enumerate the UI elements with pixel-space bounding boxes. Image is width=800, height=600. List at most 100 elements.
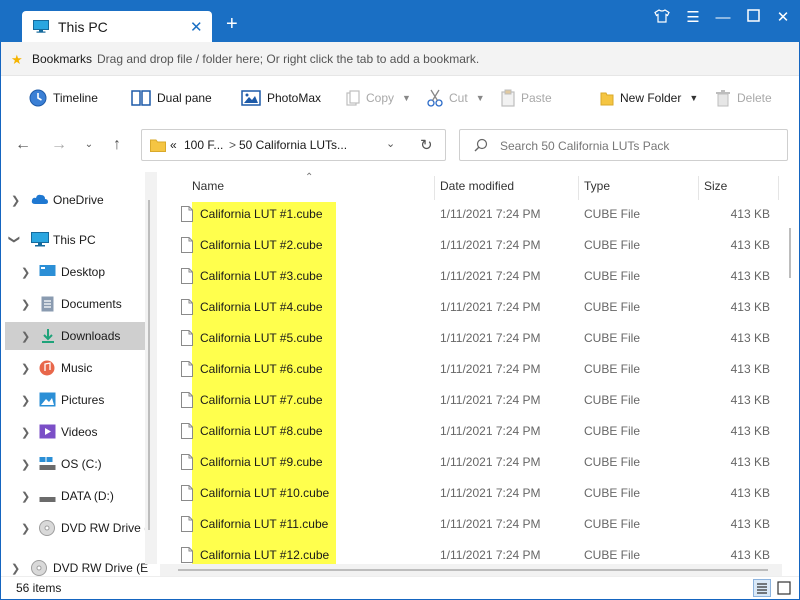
file-row[interactable]: California LUT #6.cube 1/11/2021 7:24 PM C… [160, 354, 780, 385]
chevron-right-icon[interactable]: ❯ [21, 426, 30, 439]
chevron-down-icon[interactable]: ❯ [8, 235, 21, 244]
file-row[interactable]: California LUT #3.cube 1/11/2021 7:24 PM C… [160, 261, 780, 292]
sidebar-item-data-d[interactable]: ❯ DATA (D:) [1, 482, 151, 510]
chevron-right-icon[interactable]: ❯ [21, 330, 30, 343]
recent-chevron-icon[interactable]: ⌄ [79, 135, 99, 155]
sidebar-item-documents[interactable]: ❯ Documents [1, 290, 151, 318]
chevron-right-icon[interactable]: ❯ [21, 490, 30, 503]
image-icon [241, 90, 261, 106]
file-name[interactable]: California LUT #8.cube [200, 424, 323, 438]
file-row[interactable]: California LUT #8.cube 1/11/2021 7:24 PM C… [160, 416, 780, 447]
file-row[interactable]: California LUT #12.cube 1/11/2021 7:24 PM… [160, 540, 780, 564]
chevron-right-icon[interactable]: ❯ [21, 298, 30, 311]
chevron-down-icon[interactable]: ▼ [402, 93, 411, 103]
file-name[interactable]: California LUT #7.cube [200, 393, 323, 407]
file-name[interactable]: California LUT #12.cube [200, 548, 329, 562]
file-name[interactable]: California LUT #9.cube [200, 455, 323, 469]
new-tab-button[interactable]: + [226, 14, 238, 34]
address-segment-current[interactable]: 50 California LUTs... [239, 138, 347, 152]
column-header-type[interactable]: Type [584, 176, 610, 200]
sidebar-item-music[interactable]: ❯ Music [1, 354, 151, 382]
skin-icon[interactable] [650, 9, 674, 27]
timeline-button[interactable]: Timeline [29, 87, 98, 109]
file-row[interactable]: California LUT #4.cube 1/11/2021 7:24 PM C… [160, 292, 780, 323]
chevron-down-icon[interactable]: ▼ [689, 93, 698, 103]
photomax-button[interactable]: PhotoMax [241, 87, 321, 109]
file-name[interactable]: California LUT #1.cube [200, 207, 323, 221]
column-divider[interactable] [778, 176, 779, 200]
chevron-right-icon[interactable]: ❯ [21, 522, 30, 535]
sidebar-item-downloads[interactable]: ❯ Downloads [5, 322, 145, 350]
dual-pane-button[interactable]: Dual pane [131, 87, 212, 109]
column-header-name[interactable]: Name [192, 176, 224, 200]
horizontal-scrollbar-thumb[interactable] [178, 569, 768, 571]
file-name[interactable]: California LUT #3.cube [200, 269, 323, 283]
chevron-right-icon[interactable]: ❯ [21, 362, 30, 375]
address-overflow[interactable]: « [170, 138, 177, 152]
file-name[interactable]: California LUT #6.cube [200, 362, 323, 376]
sidebar-item-videos[interactable]: ❯ Videos [1, 418, 151, 446]
search-box[interactable]: Search 50 California LUTs Pack [459, 129, 788, 161]
file-name[interactable]: California LUT #4.cube [200, 300, 323, 314]
address-segment-parent[interactable]: 100 F... [184, 138, 223, 152]
sidebar-item-this-pc[interactable]: ❯ This PC [1, 226, 151, 254]
sidebar-item-os-c[interactable]: ❯ OS (C:) [1, 450, 151, 478]
search-input[interactable]: Search 50 California LUTs Pack [500, 139, 669, 153]
file-name[interactable]: California LUT #11.cube [200, 517, 328, 531]
file-row[interactable]: California LUT #2.cube 1/11/2021 7:24 PM C… [160, 230, 780, 261]
minimize-button[interactable]: — [711, 9, 735, 27]
file-row[interactable]: California LUT #5.cube 1/11/2021 7:24 PM C… [160, 323, 780, 354]
file-row[interactable]: California LUT #10.cube 1/11/2021 7:24 PM… [160, 478, 780, 509]
column-divider[interactable] [578, 176, 579, 200]
chevron-right-icon[interactable]: ❯ [11, 562, 20, 575]
file-row[interactable]: California LUT #7.cube 1/11/2021 7:24 PM C… [160, 385, 780, 416]
pictures-icon [39, 392, 56, 407]
sidebar-item-dvd-rw-1[interactable]: ❯ DVD RW Drive ( [1, 514, 151, 542]
chevron-right-icon[interactable]: ❯ [21, 458, 30, 471]
column-divider[interactable] [698, 176, 699, 200]
sidebar-item-pictures[interactable]: ❯ Pictures [1, 386, 151, 414]
close-tab-icon[interactable]: ✕ [190, 18, 203, 36]
column-divider[interactable] [434, 176, 435, 200]
column-header-size[interactable]: Size [704, 176, 727, 200]
details-view-button[interactable] [753, 579, 771, 597]
bookmarks-label[interactable]: Bookmarks [32, 52, 92, 66]
delete-button[interactable]: Delete [715, 87, 772, 109]
sidebar-scrollbar-thumb[interactable] [148, 200, 150, 530]
up-arrow-icon[interactable]: ↑ [107, 135, 127, 155]
sidebar-item-desktop[interactable]: ❯ Desktop [1, 258, 151, 286]
back-arrow-icon[interactable]: ← [13, 135, 33, 155]
file-row[interactable]: California LUT #9.cube 1/11/2021 7:24 PM C… [160, 447, 780, 478]
sidebar-item-dvd-rw-2[interactable]: ❯ DVD RW Drive (E [1, 554, 151, 576]
tab-this-pc[interactable]: This PC ✕ [22, 11, 212, 42]
chevron-right-icon[interactable]: ❯ [21, 266, 30, 279]
chevron-right-icon[interactable]: ❯ [21, 394, 30, 407]
file-name[interactable]: California LUT #5.cube [200, 331, 323, 345]
chevron-down-icon[interactable]: ⌄ [386, 137, 395, 150]
column-header-date[interactable]: Date modified [440, 176, 514, 200]
close-window-button[interactable]: ✕ [771, 9, 795, 27]
address-separator[interactable]: > [229, 138, 236, 152]
sidebar-scrollbar[interactable] [145, 172, 157, 564]
paste-button[interactable]: Paste [501, 87, 552, 109]
file-name[interactable]: California LUT #2.cube [200, 238, 323, 252]
chevron-right-icon[interactable]: ❯ [11, 194, 20, 207]
maximize-button[interactable] [741, 9, 765, 27]
thumbnail-view-button[interactable] [775, 579, 793, 597]
file-size: 413 KB [730, 486, 770, 500]
forward-arrow-icon[interactable]: → [49, 135, 69, 155]
file-list-scrollbar-thumb[interactable] [789, 228, 791, 278]
sidebar-item-onedrive[interactable]: ❯ OneDrive [1, 186, 151, 214]
new-folder-button[interactable]: New Folder ▼ [600, 87, 698, 109]
address-bar[interactable]: « 100 F... > 50 California LUTs... ⌄ ↻ [141, 129, 446, 161]
file-name[interactable]: California LUT #10.cube [200, 486, 329, 500]
file-row[interactable]: California LUT #11.cube 1/11/2021 7:24 PM… [160, 509, 780, 540]
chevron-down-icon[interactable]: ▼ [476, 93, 485, 103]
file-icon [181, 268, 193, 284]
folder-icon [150, 139, 166, 152]
file-row[interactable]: California LUT #1.cube 1/11/2021 7:24 PM C… [160, 199, 780, 230]
cut-button[interactable]: Cut ▼ [427, 87, 485, 109]
menu-icon[interactable]: ☰ [681, 9, 705, 27]
refresh-icon[interactable]: ↻ [420, 136, 433, 154]
copy-button[interactable]: Copy ▼ [346, 87, 411, 109]
